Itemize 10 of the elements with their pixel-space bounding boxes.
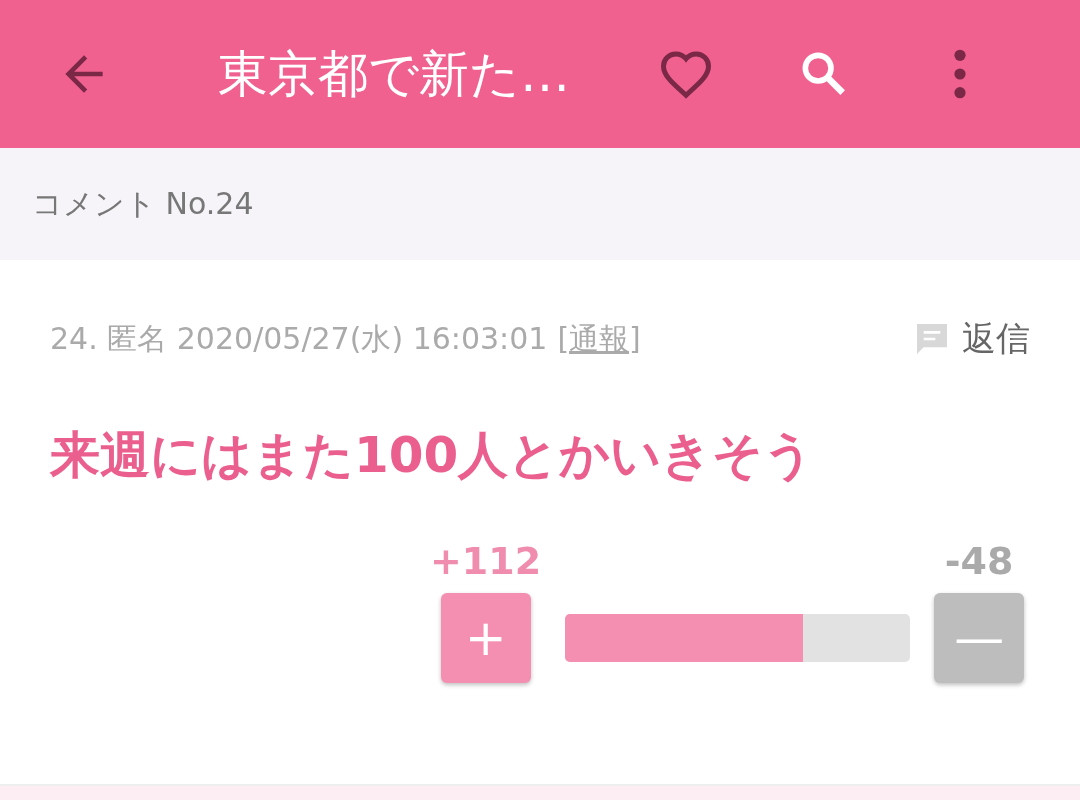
plus-count: +112 xyxy=(430,539,542,583)
minus-button[interactable]: — xyxy=(934,593,1025,683)
minus-count: -48 xyxy=(944,539,1014,583)
section-title: コメント No.24 xyxy=(32,184,254,223)
plus-button[interactable]: + xyxy=(440,593,531,683)
page-title: 東京都で新た… xyxy=(218,43,571,105)
comment-text: 来週にはまた100人とかいきそう xyxy=(50,425,816,486)
report-link[interactable]: [通報] xyxy=(557,318,641,360)
reply-button[interactable]: 返信 xyxy=(912,316,1030,362)
comment-meta: 24. 匿名 2020/05/27(水) 16:03:01 xyxy=(50,319,548,358)
